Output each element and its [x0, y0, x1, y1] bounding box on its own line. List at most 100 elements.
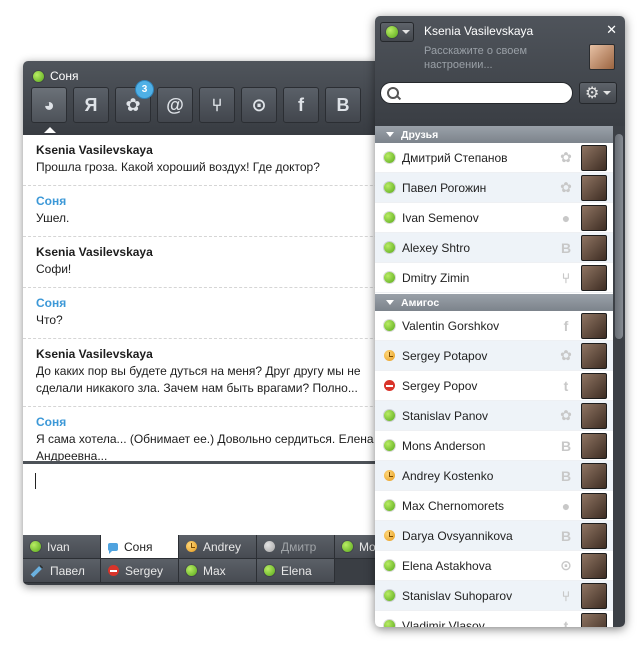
online-status-icon [384, 620, 395, 627]
contact-name: Max Chernomorets [402, 498, 505, 513]
conversation-tab-label: Elena [281, 563, 312, 578]
scrollbar-thumb[interactable] [615, 134, 623, 339]
contact-row[interactable]: Stanislav Panov ✿ [375, 401, 613, 431]
conversation-tab-andrey[interactable]: Andrey [179, 535, 257, 559]
contact-name: Darya Ovsyannikova [402, 528, 513, 543]
avatar [581, 462, 607, 489]
conversation-tab-sergey[interactable]: Sergey [101, 559, 179, 583]
message-input[interactable] [23, 461, 413, 536]
message-sender: Соня [36, 296, 67, 310]
online-status-icon [384, 590, 395, 601]
message-sender: Соня [36, 194, 67, 208]
tab-facebook[interactable]: f [283, 87, 319, 123]
group-header-amigos[interactable]: Амигос [375, 294, 613, 311]
contact-row[interactable]: Павел Рогожин ✿ [375, 173, 613, 203]
conversation-tab-sonya[interactable]: Соня [101, 535, 179, 559]
tab-network[interactable]: ⑂ [199, 87, 235, 123]
contact-name: Mons Anderson [402, 438, 486, 453]
contact-list-header: Ksenia Vasilevskaya ✕ Расскажите о своем… [375, 16, 625, 126]
online-status-icon [186, 565, 197, 576]
contact-row[interactable]: Sergey Popov t [375, 371, 613, 401]
network-icon: ⑂ [561, 587, 571, 604]
message-sender: Ksenia Vasilevskaya [36, 143, 153, 157]
collapse-triangle-icon [386, 300, 394, 305]
contact-row[interactable]: Vladimir Vlasov t [375, 611, 613, 627]
tab-chat[interactable]: ◕ [31, 87, 67, 133]
vkontakte-icon: B [560, 467, 572, 484]
flower-icon: ✿ [125, 94, 141, 115]
tab-yandex[interactable]: Я [73, 87, 109, 123]
contact-row[interactable]: Dmitry Zimin ⑂ [375, 263, 613, 293]
message: Соня Ушел. [23, 186, 413, 237]
online-status-icon [384, 500, 395, 511]
contact-list-scrollbar[interactable] [613, 126, 625, 627]
text-caret [35, 473, 36, 489]
at-icon: @ [166, 94, 184, 115]
online-status-icon [384, 272, 395, 283]
tab-lightbulb[interactable]: ⊙ [241, 87, 277, 123]
conversation-tab-label: Sergey [125, 563, 164, 578]
chat-title-label: Соня [50, 69, 79, 83]
conversation-tab-label: Павел [50, 563, 85, 578]
contact-row[interactable]: Mons Anderson B [375, 431, 613, 461]
contact-row[interactable]: Alexey Shtro B [375, 233, 613, 263]
contact-row[interactable]: Sergey Potapov ✿ [375, 341, 613, 371]
conversation-tab-elena[interactable]: Elena [257, 559, 335, 583]
tab-flower[interactable]: ✿ 3 [115, 80, 154, 123]
lightbulb-icon: ⊙ [560, 557, 572, 573]
user-avatar[interactable] [589, 44, 615, 70]
busy-status-icon [384, 380, 395, 391]
contact-row[interactable]: Valentin Gorshkov f [375, 311, 613, 341]
mood-message-field[interactable]: Расскажите о своем настроении... [424, 44, 546, 72]
online-status-icon [30, 541, 41, 552]
contact-name: Sergey Popov [402, 378, 478, 393]
contact-row[interactable]: Max Chernomorets ● [375, 491, 613, 521]
online-status-icon [342, 541, 353, 552]
avatar [581, 492, 607, 519]
message-sender: Соня [36, 415, 67, 429]
contact-name: Elena Astakhova [402, 558, 492, 573]
conversation-tab-max[interactable]: Max [179, 559, 257, 583]
contact-row[interactable]: Darya Ovsyannikova B [375, 521, 613, 551]
tab-email[interactable]: @ [157, 87, 193, 123]
close-icon[interactable]: ✕ [606, 22, 617, 38]
status-selector-button[interactable] [380, 22, 414, 42]
yandex-icon: Я [84, 94, 98, 115]
tab-vkontakte[interactable]: B [325, 87, 361, 123]
contact-row[interactable]: Дмитрий Степанов ✿ [375, 143, 613, 173]
message-text: Ушел. [36, 211, 70, 225]
contact-row[interactable]: Elena Astakhova ⊙ [375, 551, 613, 581]
vkontakte-icon: B [560, 527, 572, 544]
contact-row[interactable]: Andrey Kostenko B [375, 461, 613, 491]
message-text: Софи! [36, 262, 72, 276]
avatar [581, 432, 607, 459]
conversation-tab-label: Ivan [47, 539, 70, 554]
contact-row[interactable]: Ivan Semenov ● [375, 203, 613, 233]
avatar [581, 402, 607, 429]
facebook-icon: f [298, 94, 304, 115]
conversation-tab-dmitry[interactable]: Дмитр [257, 535, 335, 559]
message: Ksenia Vasilevskaya Софи! [23, 237, 413, 288]
group-header-friends[interactable]: Друзья [375, 126, 613, 143]
message: Ksenia Vasilevskaya Прошла гроза. Какой … [23, 135, 413, 186]
settings-button[interactable]: ⚙ [579, 82, 617, 104]
message-sender: Ksenia Vasilevskaya [36, 245, 153, 259]
chat-header: Соня ◕ Я ✿ 3 @ ⑂ ⊙ f B [23, 61, 413, 135]
online-status-icon [384, 410, 395, 421]
avatar [581, 552, 607, 579]
conversation-tabs: Ivan Соня Andrey Дмитр Mo Павел Sergey M… [23, 535, 413, 585]
contact-search-input[interactable] [380, 82, 573, 104]
conversation-tab-pavel[interactable]: Павел [23, 559, 101, 583]
contact-row[interactable]: Stanislav Suhoparov ⑂ [375, 581, 613, 611]
contact-list-window: Ksenia Vasilevskaya ✕ Расскажите о своем… [375, 16, 625, 627]
online-status-icon [384, 212, 395, 223]
chevron-down-icon [402, 30, 410, 34]
contact-name: Valentin Gorshkov [402, 318, 500, 333]
contact-name: Dmitry Zimin [402, 270, 470, 285]
avatar [581, 204, 607, 231]
flower-icon: ✿ [560, 179, 572, 195]
conversation-tab-ivan[interactable]: Ivan [23, 535, 101, 559]
message-text: Я сама хотела... (Обнимает ее.) Довольно… [36, 432, 374, 463]
facebook-icon: f [563, 317, 569, 334]
message-sender: Ksenia Vasilevskaya [36, 347, 153, 361]
